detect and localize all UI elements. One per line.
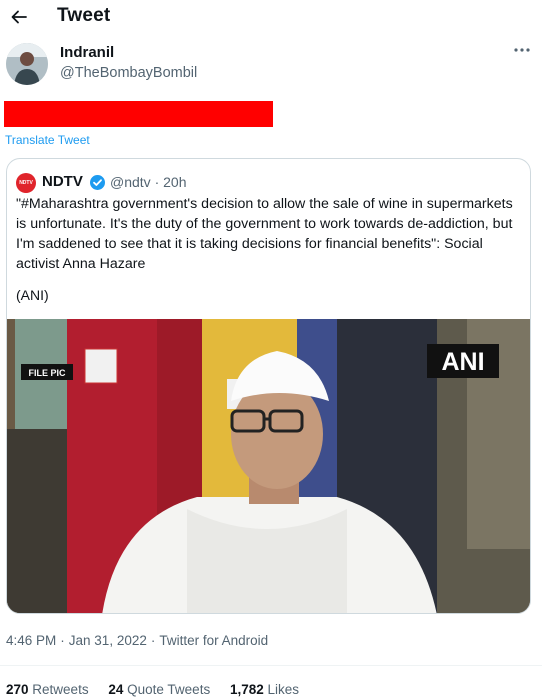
tweet-time: 4:46 PM xyxy=(6,633,57,648)
separator-dot: · xyxy=(150,633,156,648)
likes-count: 1,782 xyxy=(229,682,264,697)
tweet-meta: 4:46 PM · Jan 31, 2022 · Twitter for Android xyxy=(6,633,268,648)
arrow-left-icon[interactable] xyxy=(10,8,28,26)
retweets-count: 270 xyxy=(6,682,29,697)
quote-tweets-count: 24 xyxy=(108,682,124,697)
page-title: Tweet xyxy=(57,5,111,26)
author-handle[interactable]: @TheBombayBombil xyxy=(60,65,197,81)
verified-badge-icon xyxy=(90,175,105,190)
more-icon[interactable] xyxy=(512,44,532,56)
separator-dot: · xyxy=(60,633,65,648)
quoted-tweet-card[interactable]: NDTV NDTV @ndtv · 20h "#Maharashtra gove… xyxy=(6,158,531,614)
avatar[interactable] xyxy=(6,43,48,85)
retweets-label: Retweets xyxy=(32,682,89,697)
tweet-client-link[interactable]: Twitter for Android xyxy=(159,633,268,648)
quoted-tweet-text: "#Maharashtra government's decision to a… xyxy=(16,196,513,272)
likes-stat[interactable]: 1,782 Likes xyxy=(230,682,299,697)
retweets-stat[interactable]: 270 Retweets xyxy=(6,682,89,697)
divider xyxy=(0,665,542,666)
redacted-tweet-text xyxy=(4,101,273,127)
quote-tweets-stat[interactable]: 24 Quote Tweets xyxy=(108,682,210,697)
separator-dot: · xyxy=(154,174,160,190)
author-name[interactable]: Indranil xyxy=(60,44,114,61)
ndtv-logo: NDTV xyxy=(16,173,36,193)
tweet-stats: 270 Retweets 24 Quote Tweets 1,782 Likes xyxy=(6,682,315,697)
likes-label: Likes xyxy=(267,682,300,697)
ani-watermark: ANI xyxy=(441,348,484,376)
file-pic-tag: FILE PIC xyxy=(28,368,66,378)
quoted-time: 20h xyxy=(163,174,187,190)
quoted-handle-time: @ndtv · 20h xyxy=(110,174,187,190)
avatar-image xyxy=(6,43,48,85)
quoted-source: (ANI) xyxy=(16,287,49,303)
quote-tweets-label: Quote Tweets xyxy=(127,682,211,697)
quoted-author-name: NDTV xyxy=(42,173,83,190)
tweet-date: Jan 31, 2022 xyxy=(68,633,147,648)
quoted-handle: @ndtv xyxy=(110,174,151,190)
quoted-photo[interactable]: FILE PIC ANI xyxy=(7,319,531,614)
translate-tweet-link[interactable]: Translate Tweet xyxy=(5,133,90,147)
